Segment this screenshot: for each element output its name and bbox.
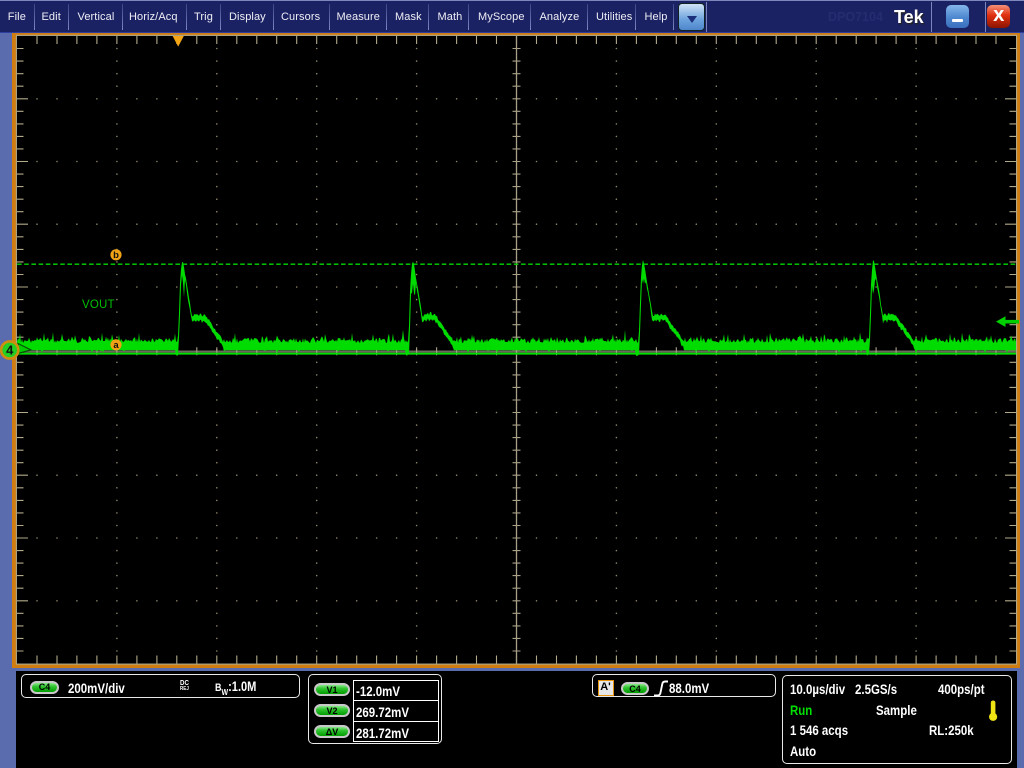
svg-text:a: a — [113, 340, 119, 351]
svg-text:VOUT: VOUT — [82, 299, 115, 311]
svg-text:b: b — [113, 250, 119, 261]
svg-text:4: 4 — [6, 343, 14, 358]
